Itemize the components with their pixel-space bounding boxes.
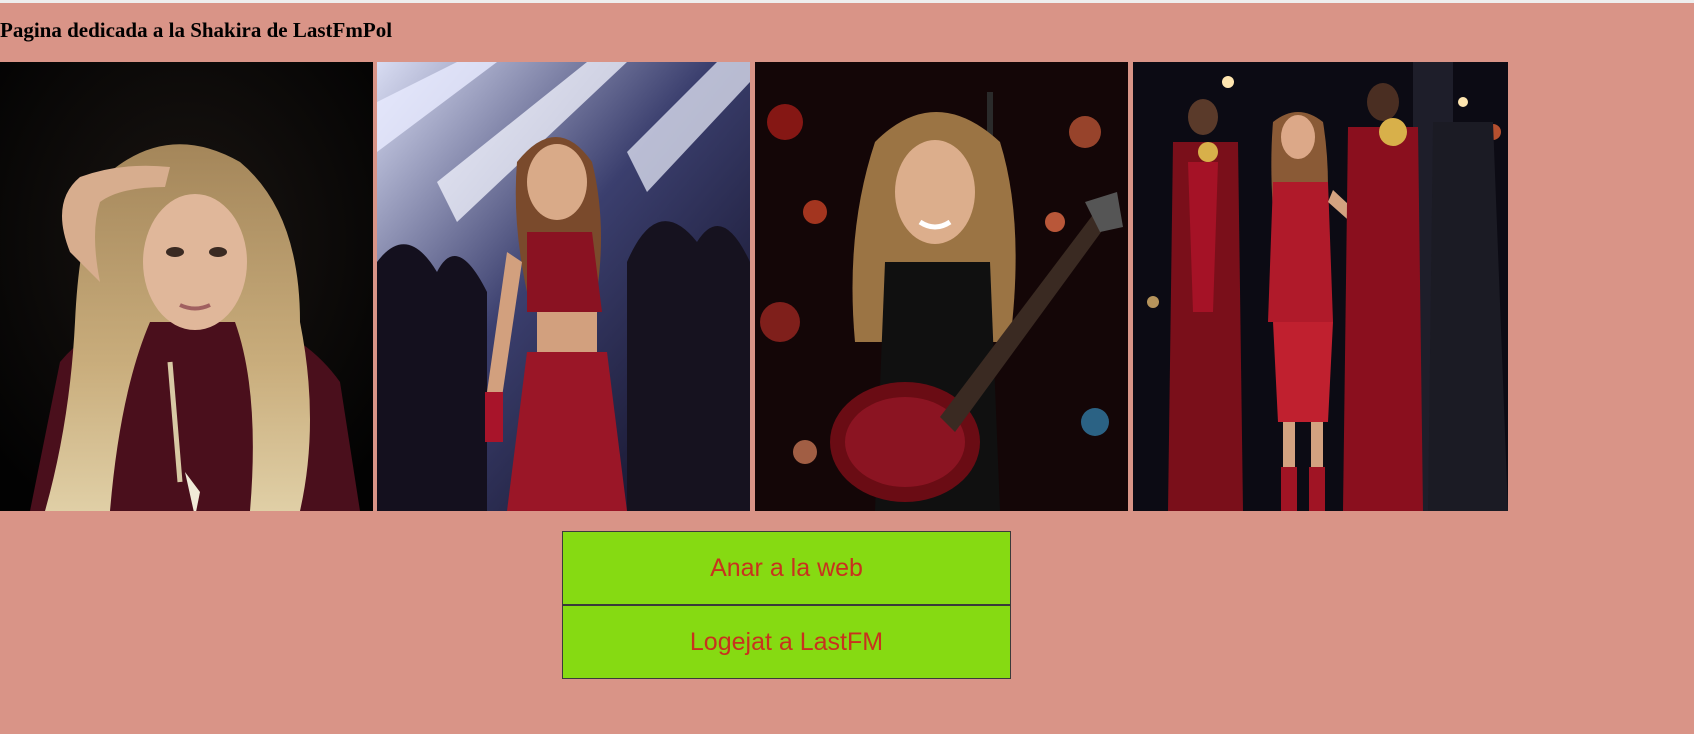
photo-gallery <box>0 62 1508 511</box>
dance-image <box>1133 62 1508 511</box>
top-border <box>0 0 1694 3</box>
guitar-image <box>755 62 1128 511</box>
lastfm-login-button[interactable]: Logejat a LastFM <box>562 605 1011 679</box>
page-title: Pagina dedicada a la Shakira de LastFmPo… <box>0 18 393 42</box>
go-to-web-button[interactable]: Anar a la web <box>562 531 1011 605</box>
photo-dance-trumpets <box>1133 62 1508 511</box>
stage-image <box>377 62 750 511</box>
portrait-image <box>0 62 373 511</box>
photo-stage-red-outfit <box>377 62 750 511</box>
photo-guitar <box>755 62 1128 511</box>
photo-portrait <box>0 62 373 511</box>
